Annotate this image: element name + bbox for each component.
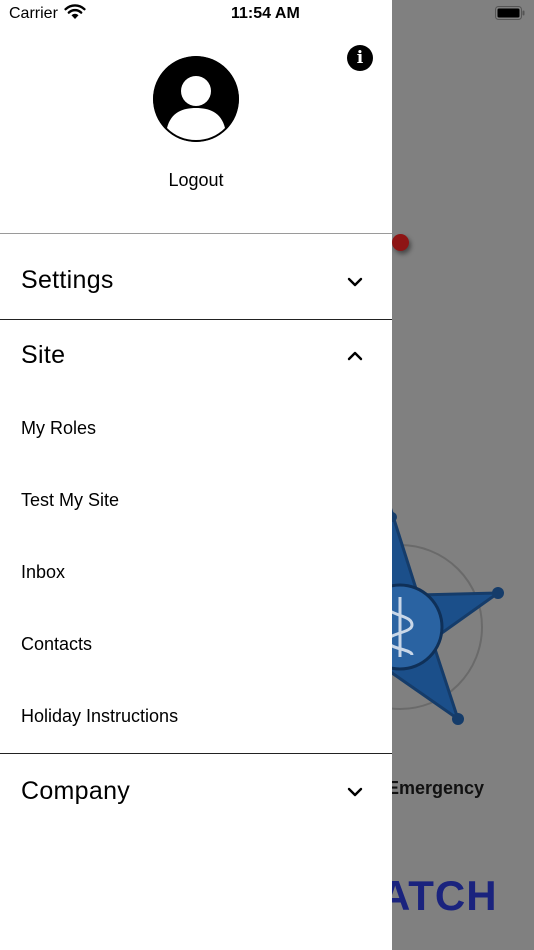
battery-icon <box>495 6 525 20</box>
section-title-site: Site <box>21 341 66 369</box>
info-button[interactable]: i <box>347 45 373 71</box>
menu-item-contacts[interactable]: Contacts <box>21 634 92 655</box>
section-header-site[interactable]: Site <box>0 327 392 387</box>
divider <box>0 319 392 320</box>
section-header-company[interactable]: Company <box>0 763 392 823</box>
clock-time: 11:54 AM <box>231 5 300 22</box>
divider <box>0 753 392 754</box>
wifi-icon <box>64 4 86 19</box>
chevron-down-icon <box>347 787 363 797</box>
emergency-caption: Emergency <box>387 778 485 798</box>
map-marker-dot <box>392 234 409 251</box>
menu-item-inbox[interactable]: Inbox <box>21 562 65 583</box>
chevron-up-icon <box>347 351 363 361</box>
menu-item-my-roles[interactable]: My Roles <box>21 418 96 439</box>
info-icon: i <box>356 48 364 68</box>
section-title-settings: Settings <box>21 266 114 294</box>
chevron-down-icon <box>347 277 363 287</box>
user-avatar-icon[interactable] <box>153 56 239 142</box>
status-bar: Carrier 11:54 AM <box>0 0 534 28</box>
navigation-drawer: i Logout Settings Site My Roles Test My … <box>0 0 392 950</box>
menu-item-test-my-site[interactable]: Test My Site <box>21 490 119 511</box>
brand-wordmark: ATCH <box>380 872 498 919</box>
carrier-label: Carrier <box>9 5 58 22</box>
logout-button[interactable]: Logout <box>0 170 392 191</box>
section-title-company: Company <box>21 777 131 805</box>
section-header-settings[interactable]: Settings <box>0 252 392 312</box>
divider <box>0 233 392 234</box>
menu-item-holiday-instructions[interactable]: Holiday Instructions <box>21 706 178 727</box>
